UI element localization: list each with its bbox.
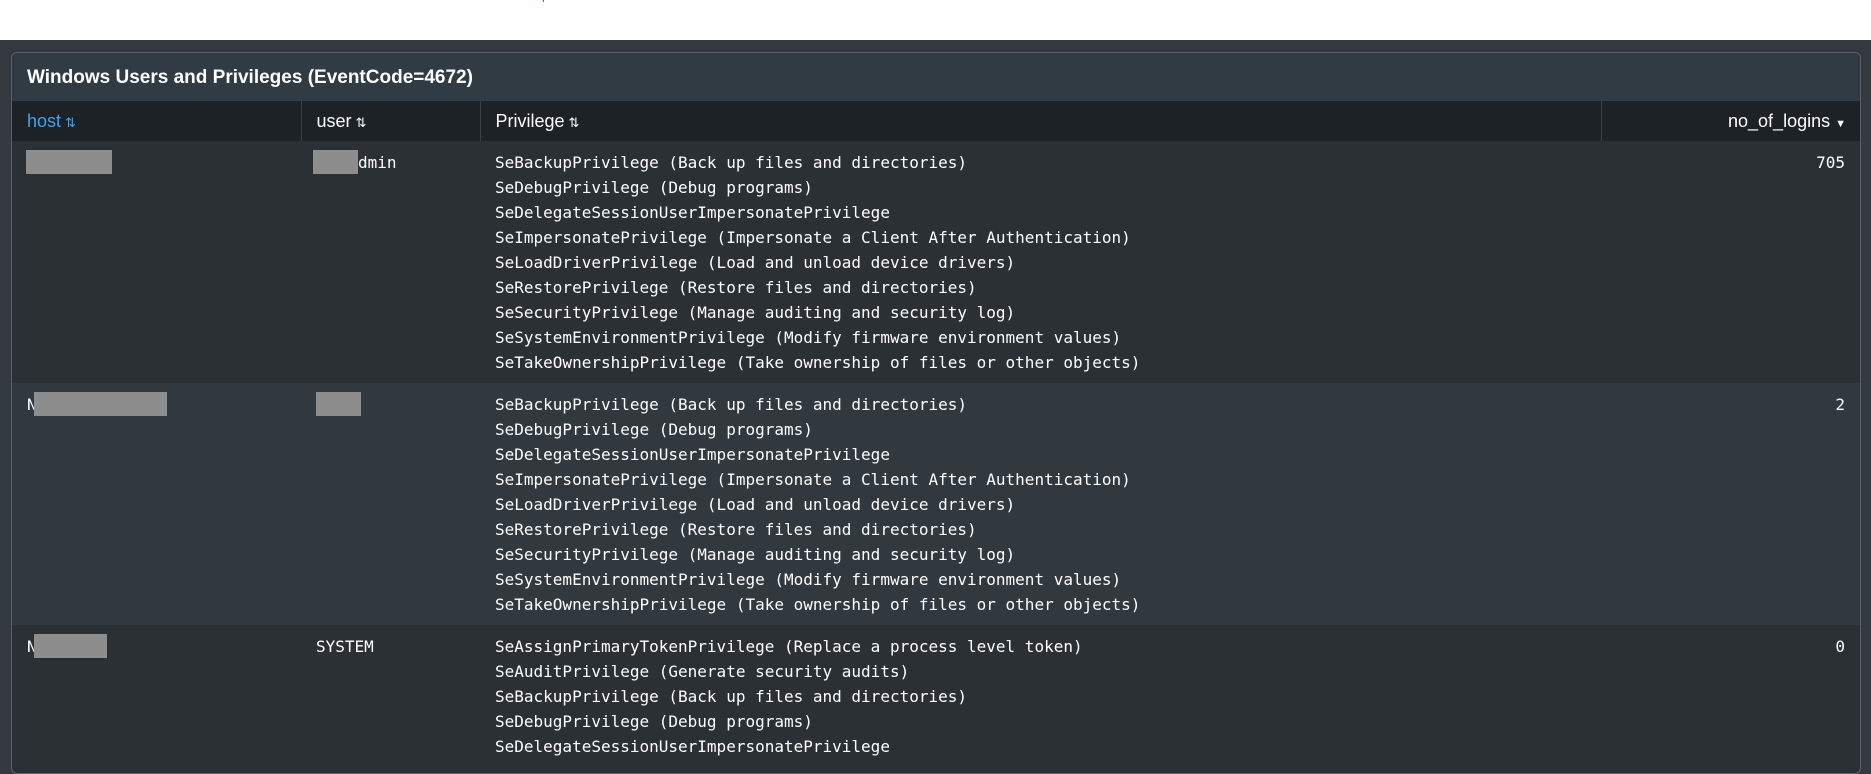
loading-indicator [543, 0, 544, 2]
column-label: host [27, 110, 62, 131]
privilege-item: SeSecurityPrivilege (Manage auditing and… [495, 303, 1016, 322]
privilege-item: SeAssignPrimaryTokenPrivilege (Replace a… [495, 637, 1083, 656]
user-value: SYSTEM [316, 637, 374, 656]
results-table: host ⇅ user ⇅ Privilege ⇅ no_of_logins ▼ dmi… [12, 101, 1860, 767]
column-header-user[interactable]: user ⇅ [301, 101, 481, 141]
user-cell[interactable]: dmin [301, 141, 480, 383]
privilege-item: SeTakeOwnershipPrivilege (Take ownership… [495, 353, 1141, 372]
privilege-item: SeSecurityPrivilege (Manage auditing and… [495, 545, 1016, 564]
logins-cell[interactable]: 2 [1601, 383, 1860, 625]
redacted-block [313, 150, 358, 174]
column-label: Privilege [495, 110, 565, 131]
logins-cell[interactable]: 0 [1601, 625, 1860, 767]
privilege-item: SeDelegateSessionUserImpersonatePrivileg… [495, 445, 890, 464]
table-row[interactable]: N SeBackupPrivilege (Back up files and d… [12, 383, 1860, 625]
privilege-cell[interactable]: SeBackupPrivilege (Back up files and dir… [480, 141, 1601, 383]
sort-both-icon: ⇅ [355, 114, 367, 130]
privilege-item: SeLoadDriverPrivilege (Load and unload d… [495, 253, 1016, 272]
column-header-privilege[interactable]: Privilege ⇅ [480, 101, 1602, 141]
host-cell[interactable] [12, 141, 301, 383]
privilege-cell[interactable]: SeAssignPrimaryTokenPrivilege (Replace a… [480, 625, 1601, 767]
logins-value: 705 [1816, 153, 1845, 172]
redacted-block [33, 392, 167, 416]
privilege-item: SeSystemEnvironmentPrivilege (Modify fir… [495, 328, 1122, 347]
privilege-item: SeSystemEnvironmentPrivilege (Modify fir… [495, 570, 1122, 589]
privilege-item: SeRestorePrivilege (Restore files and di… [495, 520, 977, 539]
sort-descending-icon: ▼ [1835, 117, 1846, 130]
table-row[interactable]: N SYSTEM SeAssignPrimaryTokenPrivilege (… [12, 625, 1860, 767]
user-value: dmin [358, 153, 397, 172]
privilege-item: SeDebugPrivilege (Debug programs) [495, 178, 813, 197]
privilege-item: SeRestorePrivilege (Restore files and di… [495, 278, 977, 297]
column-header-no-of-logins[interactable]: no_of_logins ▼ [1601, 101, 1860, 141]
user-cell[interactable]: SYSTEM [301, 625, 480, 767]
logins-value: 0 [1835, 637, 1845, 656]
privilege-item: SeBackupPrivilege (Back up files and dir… [495, 395, 968, 414]
sort-both-icon: ⇅ [568, 114, 580, 130]
user-cell[interactable] [301, 383, 480, 625]
column-label: no_of_logins [1728, 110, 1831, 131]
host-cell[interactable]: N [12, 383, 301, 625]
privilege-item: SeImpersonatePrivilege (Impersonate a Cl… [495, 228, 1131, 247]
top-bar [0, 0, 1871, 40]
column-label: user [316, 110, 352, 131]
privilege-item: SeDebugPrivilege (Debug programs) [495, 420, 813, 439]
redacted-block [33, 634, 107, 658]
panel-title: Windows Users and Privileges (EventCode=… [12, 53, 1860, 101]
privilege-item: SeAuditPrivilege (Generate security audi… [495, 662, 910, 681]
dashboard-panel: Windows Users and Privileges (EventCode=… [11, 52, 1861, 774]
privilege-item: SeDelegateSessionUserImpersonatePrivileg… [495, 737, 890, 756]
logins-cell[interactable]: 705 [1601, 141, 1860, 383]
privilege-item: SeBackupPrivilege (Back up files and dir… [495, 153, 968, 172]
table-header-row: host ⇅ user ⇅ Privilege ⇅ no_of_logins ▼ [12, 101, 1860, 141]
logins-value: 2 [1835, 395, 1845, 414]
redacted-block [316, 392, 361, 416]
privilege-item: SeLoadDriverPrivilege (Load and unload d… [495, 495, 1016, 514]
privilege-cell[interactable]: SeBackupPrivilege (Back up files and dir… [480, 383, 1601, 625]
privilege-item: SeDelegateSessionUserImpersonatePrivileg… [495, 203, 890, 222]
sort-both-icon: ⇅ [65, 114, 76, 130]
privilege-item: SeTakeOwnershipPrivilege (Take ownership… [495, 595, 1141, 614]
host-cell[interactable]: N [12, 625, 301, 767]
table-row[interactable]: dmin SeBackupPrivilege (Back up files an… [12, 141, 1860, 383]
privilege-item: SeImpersonatePrivilege (Impersonate a Cl… [495, 470, 1131, 489]
redacted-block [26, 150, 112, 174]
privilege-item: SeDebugPrivilege (Debug programs) [495, 712, 813, 731]
column-header-host[interactable]: host ⇅ [12, 101, 302, 141]
privilege-item: SeBackupPrivilege (Back up files and dir… [495, 687, 968, 706]
